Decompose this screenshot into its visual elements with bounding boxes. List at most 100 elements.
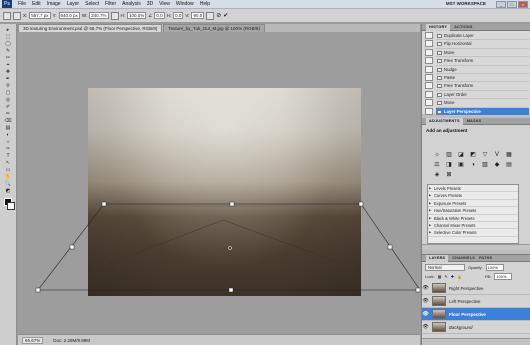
link-icon[interactable] bbox=[110, 11, 119, 20]
history-item[interactable]: Flip Horizontal bbox=[436, 40, 529, 49]
tab-channels[interactable]: CHANNELS bbox=[452, 256, 475, 260]
menu-file[interactable]: File bbox=[15, 1, 29, 7]
pen-tool-icon[interactable]: ▤ bbox=[2, 125, 14, 131]
history-brush-source-box[interactable] bbox=[425, 40, 433, 48]
lasso-tool-icon[interactable]: ◯ bbox=[2, 41, 14, 47]
tab-adjustments[interactable]: ADJUSTMENTS bbox=[426, 117, 463, 125]
preset-black-white[interactable]: Black & White Presets bbox=[428, 215, 518, 222]
width-field[interactable]: 240.7% bbox=[89, 12, 109, 19]
menu-help[interactable]: Help bbox=[197, 1, 213, 7]
history-brush-source-box[interactable] bbox=[425, 65, 433, 73]
history-brush-source-box[interactable] bbox=[425, 90, 433, 98]
angle-field[interactable]: 0.0 bbox=[154, 12, 165, 19]
preset-hue-saturation[interactable]: Hue/Saturation Presets bbox=[428, 207, 518, 215]
menu-3d[interactable]: 3D bbox=[144, 1, 156, 7]
history-brush-source-box[interactable] bbox=[425, 57, 433, 65]
menu-select[interactable]: Select bbox=[82, 1, 102, 7]
healing-tool-icon[interactable]: ✚ bbox=[2, 69, 14, 75]
x-field[interactable]: 557.7 px bbox=[29, 12, 51, 19]
solid-color-icon[interactable]: ⊠ bbox=[444, 171, 454, 179]
history-brush-source-box[interactable] bbox=[425, 107, 433, 115]
close-button[interactable]: x bbox=[518, 1, 528, 8]
zoom-tool-icon[interactable]: 🔍 bbox=[2, 181, 14, 187]
background-color-swatch[interactable] bbox=[6, 202, 15, 210]
marquee-tool-icon[interactable]: ⬚ bbox=[2, 34, 14, 40]
preset-curves[interactable]: Curves Presets bbox=[428, 192, 518, 200]
workspace-switcher[interactable]: MST WORKSPACE bbox=[446, 1, 486, 6]
hand-tool-icon[interactable]: ✋ bbox=[2, 174, 14, 180]
preset-exposure[interactable]: Exposure Presets bbox=[428, 200, 518, 208]
quick-mask-icon[interactable]: ◩ bbox=[2, 188, 14, 194]
menu-image[interactable]: Image bbox=[44, 1, 64, 7]
menu-filter[interactable]: Filter bbox=[102, 1, 119, 7]
y-field[interactable]: 640.0 px bbox=[58, 12, 80, 19]
visibility-eye-icon[interactable]: 👁 bbox=[422, 321, 429, 334]
brightness-contrast-icon[interactable]: ☼ bbox=[432, 151, 442, 159]
tab-texture[interactable]: Texture_by_Tuk_Out_M.jpg @ 100% (RGB/8) bbox=[163, 24, 265, 32]
layer-row-background[interactable]: 👁 Background bbox=[422, 321, 530, 334]
history-brush-source-box[interactable] bbox=[425, 73, 433, 81]
channel-mixer-icon[interactable]: ▣ bbox=[456, 161, 466, 169]
vskew-field[interactable]: 90.0 bbox=[191, 12, 205, 19]
layer-row-right-perspective[interactable]: 👁 Right Perspective bbox=[422, 282, 530, 295]
canvas-area[interactable] bbox=[18, 32, 420, 334]
type-tool-icon[interactable]: ◐ bbox=[2, 132, 14, 138]
menu-view[interactable]: View bbox=[156, 1, 173, 7]
rectangle-tool-icon[interactable]: ▭ bbox=[2, 167, 14, 173]
layer-row-left-perspective[interactable]: 👁 Left Perspective bbox=[422, 295, 530, 308]
lock-position-icon[interactable]: ✚ bbox=[451, 274, 454, 279]
eyedropper-tool-icon[interactable]: ⌖ bbox=[2, 62, 14, 68]
blur-tool-icon[interactable]: ✏ bbox=[2, 111, 14, 117]
visibility-eye-icon[interactable]: 👁 bbox=[422, 282, 429, 295]
3d-orbit-tool-icon[interactable]: ↖ bbox=[2, 160, 14, 166]
threshold-icon[interactable]: ◆ bbox=[492, 161, 502, 169]
history-item[interactable]: Free Transform bbox=[436, 57, 529, 66]
visibility-eye-icon[interactable]: 👁 bbox=[422, 308, 429, 321]
warp-mode-icon[interactable] bbox=[206, 11, 215, 20]
clone-stamp-tool-icon[interactable]: ⚲ bbox=[2, 83, 14, 89]
tab-layers[interactable]: LAYERS bbox=[426, 254, 449, 262]
cancel-transform-icon[interactable]: ⊘ bbox=[216, 12, 221, 19]
minimize-button[interactable]: _ bbox=[496, 1, 506, 8]
lock-pixels-icon[interactable]: ✎ bbox=[444, 274, 447, 279]
history-item-selected[interactable]: Layer Perspective bbox=[436, 107, 529, 116]
black-white-icon[interactable]: ⚖ bbox=[432, 161, 442, 169]
commit-transform-icon[interactable]: ✔ bbox=[223, 12, 228, 19]
3d-rotate-tool-icon[interactable]: T bbox=[2, 153, 14, 159]
visibility-eye-icon[interactable]: 👁 bbox=[422, 295, 429, 308]
layer-row-floor-perspective[interactable]: 👁 Floor Perspective bbox=[422, 308, 530, 321]
tool-preset-icon[interactable] bbox=[3, 11, 11, 20]
photo-filter-icon[interactable]: ◨ bbox=[444, 161, 454, 169]
crop-tool-icon[interactable]: ✂ bbox=[2, 55, 14, 61]
fill-field[interactable]: 100% bbox=[494, 273, 513, 280]
vibrance-icon[interactable]: ▽ bbox=[480, 151, 490, 159]
height-field[interactable]: 100.0% bbox=[127, 12, 147, 19]
selective-color-icon[interactable]: ◈ bbox=[432, 171, 442, 179]
move-tool-icon[interactable]: ▸ bbox=[2, 27, 14, 33]
preset-channel-mixer[interactable]: Channel Mixer Presets bbox=[428, 222, 518, 230]
exposure-icon[interactable]: ◩ bbox=[468, 151, 478, 159]
menu-edit[interactable]: Edit bbox=[29, 1, 44, 7]
history-item[interactable]: Move bbox=[436, 49, 529, 58]
gradient-map-icon[interactable]: ▤ bbox=[504, 161, 514, 169]
curves-icon[interactable]: ◪ bbox=[456, 151, 466, 159]
blend-mode-select[interactable]: Normal bbox=[425, 264, 465, 271]
history-brush-source-box[interactable] bbox=[425, 82, 433, 90]
history-item[interactable]: Move bbox=[436, 99, 529, 108]
tab-masks[interactable]: MASKS bbox=[467, 119, 482, 123]
zoom-level[interactable]: 66.67% bbox=[22, 336, 44, 344]
history-item[interactable]: Paste bbox=[436, 74, 529, 83]
lock-transparency-icon[interactable]: ▦ bbox=[438, 274, 442, 279]
quick-selection-tool-icon[interactable]: ✎ bbox=[2, 48, 14, 54]
preset-selective-color[interactable]: Selective Color Presets bbox=[428, 229, 518, 237]
path-selection-tool-icon[interactable]: ☼ bbox=[2, 139, 14, 145]
history-item[interactable]: Duplicate Layer bbox=[436, 32, 529, 41]
invert-icon[interactable]: ◑ bbox=[468, 161, 478, 169]
dodge-tool-icon[interactable]: ⌫ bbox=[2, 118, 14, 124]
history-brush-source-box[interactable] bbox=[425, 99, 433, 107]
gradient-tool-icon[interactable]: ✐ bbox=[2, 104, 14, 110]
history-item[interactable]: Free Transform bbox=[436, 82, 529, 91]
history-brush-tool-icon[interactable]: ▢ bbox=[2, 90, 14, 96]
history-item[interactable]: Layer Order bbox=[436, 91, 529, 100]
opacity-field[interactable]: 100% bbox=[485, 264, 504, 271]
